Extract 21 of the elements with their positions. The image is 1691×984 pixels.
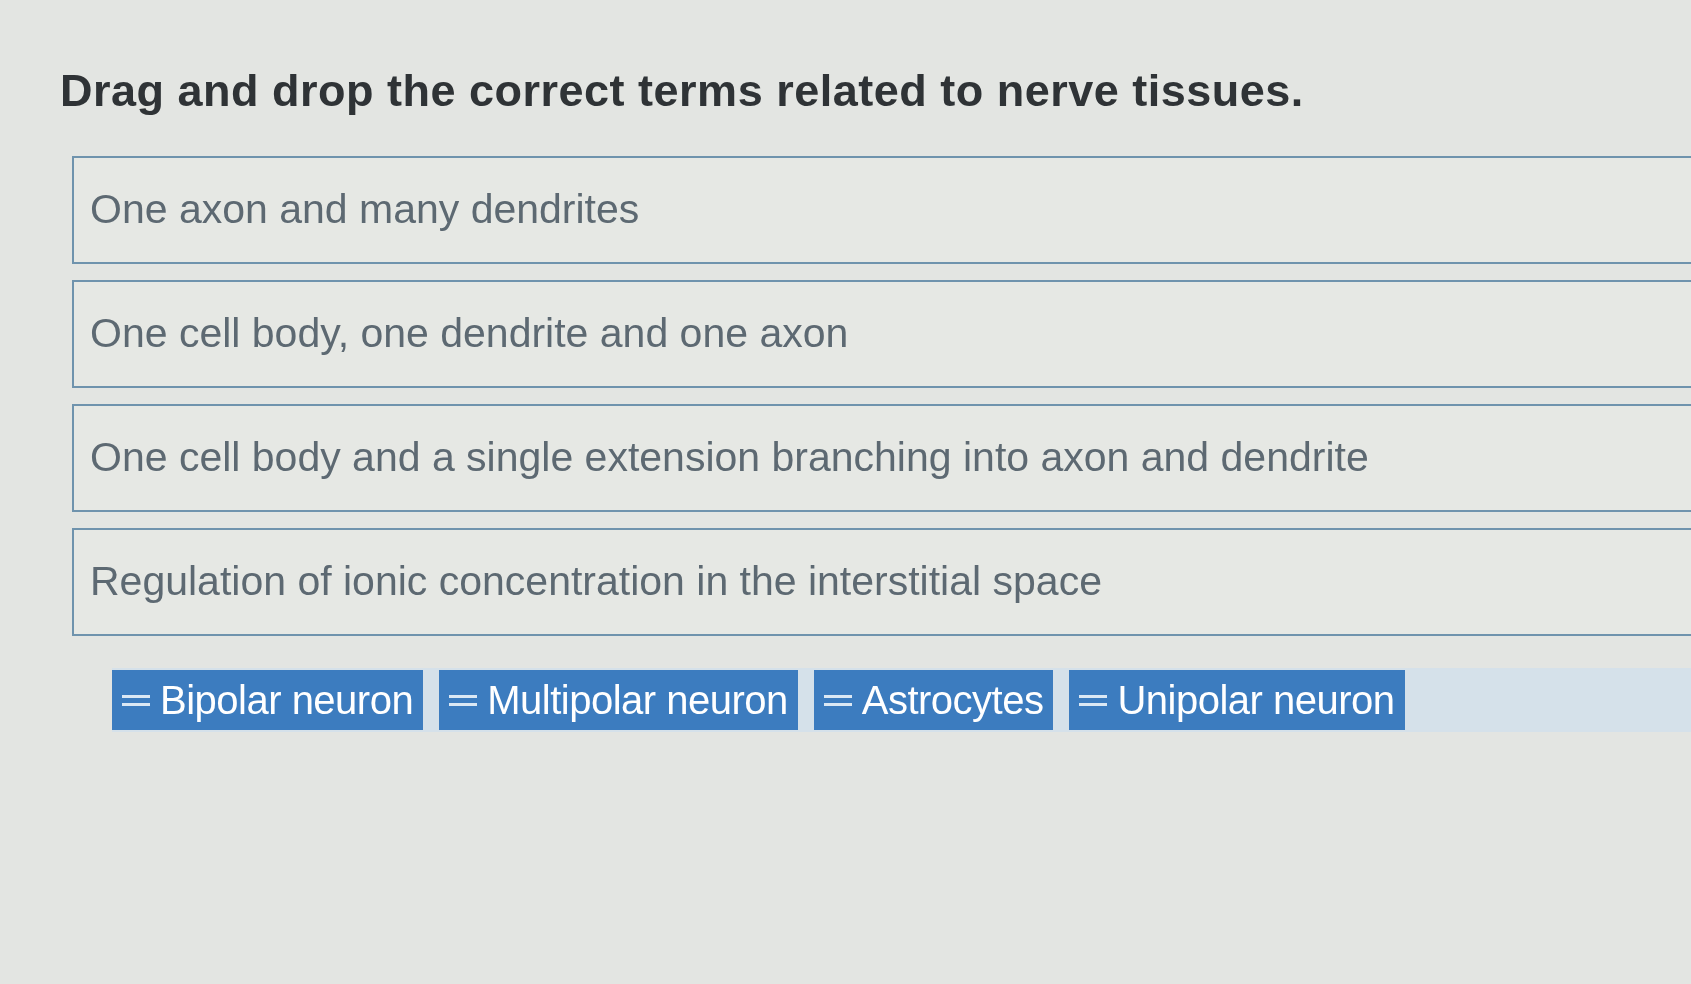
answer-chip[interactable]: Multipolar neuron bbox=[439, 670, 798, 730]
drop-target-label: One cell body, one dendrite and one axon bbox=[90, 309, 849, 359]
answer-chip-label: Unipolar neuron bbox=[1117, 677, 1395, 724]
answer-chip[interactable]: Astrocytes bbox=[813, 670, 1054, 730]
drag-handle-icon bbox=[122, 692, 150, 708]
drop-target-box[interactable]: One cell body, one dendrite and one axon bbox=[72, 280, 1691, 388]
drop-target-box[interactable]: One axon and many dendrites bbox=[72, 156, 1691, 264]
answer-chip-label: Multipolar neuron bbox=[487, 677, 788, 724]
drag-handle-icon bbox=[1079, 692, 1108, 708]
drop-target-box[interactable]: Regulation of ionic concentration in the interstitial space bbox=[72, 528, 1691, 636]
question-title: Drag and drop the correct terms related to nerve tissues. bbox=[60, 64, 1304, 118]
answer-chip[interactable]: Bipolar neuron bbox=[112, 670, 424, 730]
drop-target-label: Regulation of ionic concentration in the interstitial space bbox=[90, 557, 1102, 607]
answer-chip-label: Bipolar neuron bbox=[160, 677, 414, 724]
drop-target-label: One cell body and a single extension branching into axon and dendrite bbox=[90, 433, 1369, 483]
drop-target-label: One axon and many dendrites bbox=[90, 185, 640, 235]
drag-handle-icon bbox=[823, 692, 852, 708]
drag-handle-icon bbox=[449, 692, 478, 708]
answer-chip[interactable]: Unipolar neuron bbox=[1069, 670, 1405, 730]
answer-chip-label: Astrocytes bbox=[861, 677, 1044, 724]
drop-target-box[interactable]: One cell body and a single extension branching into axon and dendrite bbox=[72, 404, 1691, 512]
